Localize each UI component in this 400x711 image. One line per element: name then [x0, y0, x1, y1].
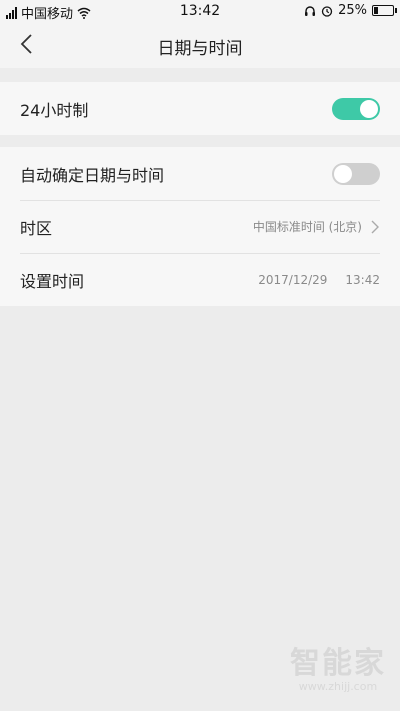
set-time-date: 2017/12/29 — [258, 272, 328, 287]
row-24-hour-label: 24小时制 — [20, 100, 89, 120]
watermark-main: 智能家 — [290, 646, 386, 681]
status-right: 25% — [304, 3, 397, 18]
watermark-logo: 智能家 www.zhijj.com — [290, 638, 386, 693]
title-bar: 日期与时间 — [0, 22, 400, 68]
page-title: 日期与时间 — [157, 39, 243, 59]
row-auto-date-time[interactable]: 自动确定日期与时间 — [0, 147, 400, 200]
row-set-time[interactable]: 设置时间 2017/12/29 13:42 — [0, 253, 400, 306]
toggle-knob — [334, 164, 352, 183]
battery-percent: 25% — [338, 3, 367, 18]
section-date-time: 自动确定日期与时间 时区 中国标准时间 (北京) 设置时间 2017/12/29… — [0, 147, 400, 306]
status-bar: 中国移动 13:42 25% — [0, 0, 400, 22]
chevron-right-icon — [371, 220, 379, 233]
timezone-value: 中国标准时间 (北京) — [252, 220, 362, 234]
row-24-hour[interactable]: 24小时制 — [0, 82, 400, 135]
toggle-auto-date-time[interactable] — [332, 162, 380, 185]
alarm-icon — [321, 5, 333, 17]
section-clock-format: 24小时制 — [0, 82, 400, 135]
set-time-time: 13:42 — [345, 272, 380, 287]
row-timezone[interactable]: 时区 中国标准时间 (北京) — [0, 200, 400, 253]
row-timezone-label: 时区 — [20, 218, 53, 238]
toggle-knob — [360, 99, 378, 118]
battery-icon — [372, 5, 397, 16]
headset-icon — [305, 5, 316, 16]
toggle-24-hour[interactable] — [332, 97, 380, 120]
row-auto-label: 自动确定日期与时间 — [20, 165, 165, 185]
row-set-time-label: 设置时间 — [20, 271, 85, 291]
watermark-sub: www.zhijj.com — [298, 680, 378, 693]
